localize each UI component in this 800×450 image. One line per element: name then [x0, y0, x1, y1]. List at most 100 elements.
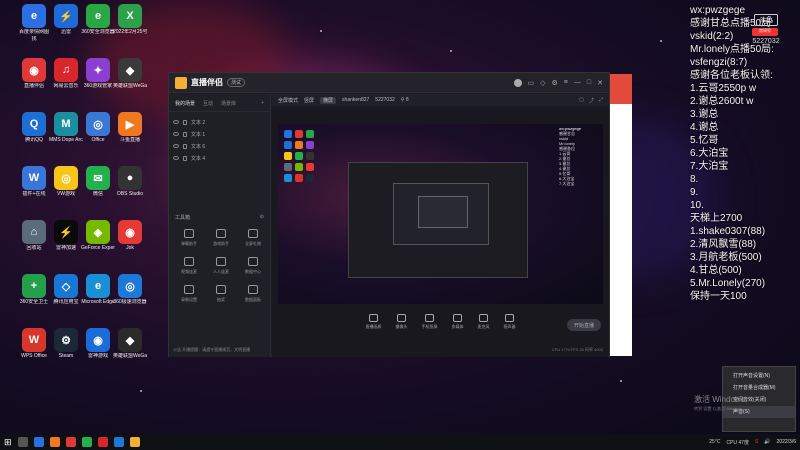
- desktop-icon[interactable]: ✉ 微信: [82, 166, 114, 197]
- tray-input-icon[interactable]: S: [755, 439, 758, 445]
- stream-preview[interactable]: wx:pwzgege 感谢甘总 vskid Mr.lonely 感谢各位 1.云哥 2.谢…: [278, 124, 603, 304]
- quality-button[interactable]: 直播画质: [366, 314, 382, 330]
- eye-icon[interactable]: [173, 120, 179, 124]
- list-item[interactable]: 文本 4: [173, 152, 266, 164]
- taskbar-app-icon[interactable]: [81, 437, 92, 447]
- desktop-icon[interactable]: e 360安全浏览器: [81, 4, 115, 35]
- fullscreen-icon[interactable]: ⤢: [599, 97, 603, 104]
- desktop-icon[interactable]: ◎ VW游戏: [50, 166, 82, 197]
- lock-icon[interactable]: [183, 143, 187, 149]
- desktop-icon[interactable]: ● OBS Studio: [114, 166, 146, 197]
- weather-temp: 25°C: [709, 439, 721, 445]
- star: [450, 50, 452, 52]
- speaker-button[interactable]: 扬声器: [504, 314, 516, 330]
- desktop-icon-label: 英雄联盟WeGame: [113, 353, 147, 359]
- lock-icon[interactable]: [183, 155, 187, 161]
- app-icon: ◇: [54, 274, 78, 298]
- volume-icon[interactable]: 🔊: [764, 439, 770, 445]
- desktop-icon[interactable]: ✦ 360游戏管家: [82, 58, 114, 89]
- taskbar-app-icon[interactable]: [17, 437, 28, 447]
- tool-item[interactable]: 录制设置: [173, 285, 205, 303]
- landscape-tag[interactable]: 横屏: [320, 96, 337, 104]
- desktop-icon[interactable]: ◎ 360极速浏览器: [113, 274, 147, 305]
- tool-item[interactable]: 视频连麦: [173, 257, 205, 275]
- desktop-icon[interactable]: W 插件+在线: [18, 166, 50, 197]
- tool-item[interactable]: 游戏助手: [205, 229, 237, 247]
- tool-item[interactable]: 数据中心: [237, 257, 269, 275]
- app-icon: +: [22, 274, 46, 298]
- menu-item-volume-mixer[interactable]: 打开音量合成器(M): [723, 382, 795, 394]
- tool-item[interactable]: 抽奖: [205, 285, 237, 303]
- desktop-icon[interactable]: ◆英雄联盟WeGame: [113, 328, 147, 359]
- side-strip-header: [610, 74, 632, 104]
- tool-item[interactable]: 弹幕助手: [173, 229, 205, 247]
- start-live-button[interactable]: 开始直播: [567, 319, 601, 331]
- desktop-icon[interactable]: ◉ 直播伴侣: [18, 58, 50, 89]
- subbar-actions: ▢ ⤴ ⤢: [579, 97, 603, 104]
- lock-icon[interactable]: [183, 131, 187, 137]
- tab-interact[interactable]: 互动: [203, 100, 213, 107]
- username: shanken827: [342, 97, 370, 103]
- desktop-icon[interactable]: ◎ Office: [82, 112, 114, 143]
- phone-cast-button[interactable]: 手机投屏: [422, 314, 438, 330]
- close-icon[interactable]: ✕: [597, 79, 603, 87]
- taskbar-app-icon[interactable]: [113, 437, 124, 447]
- desktop-icon[interactable]: ▶ 斗鱼直播: [114, 112, 146, 143]
- desktop-icon[interactable]: ⚡ 雷神加速: [50, 220, 82, 251]
- desktop-icon[interactable]: ◈GeForce Experience: [81, 220, 115, 251]
- taskbar-app-icon[interactable]: [129, 437, 140, 447]
- windows-start-icon[interactable]: ⊞: [4, 437, 12, 448]
- portrait-label[interactable]: 竖屏: [304, 97, 314, 104]
- camera-button[interactable]: 摄像头: [396, 314, 408, 330]
- toolbox-more-icon[interactable]: ⊙: [260, 214, 264, 221]
- desktop-icon[interactable]: W WPS Office: [18, 328, 50, 359]
- minimize-icon[interactable]: —: [574, 79, 581, 86]
- taskbar-app-icon[interactable]: [97, 437, 108, 447]
- desktop-icon[interactable]: ◉ 雷神游戏: [82, 328, 114, 359]
- desktop-icon[interactable]: ♫ 网易云音乐: [50, 58, 82, 89]
- desktop-icon[interactable]: X2022年2月25号表格: [113, 4, 147, 35]
- desktop-icon[interactable]: ◇ 腾讯应用宝: [50, 274, 82, 305]
- desktop-icon[interactable]: ◉ Jok: [114, 220, 146, 251]
- taskbar-app-icon[interactable]: [33, 437, 44, 447]
- taskbar-app-icon[interactable]: [65, 437, 76, 447]
- app-icon: ⚙: [54, 328, 78, 352]
- eye-icon[interactable]: [173, 132, 179, 136]
- desktop-icon[interactable]: e 百度亲情网图找: [18, 4, 50, 42]
- tab-my-scenes[interactable]: 我的场景: [175, 100, 195, 107]
- list-item[interactable]: 文本 1: [173, 128, 266, 140]
- share-icon[interactable]: ⤴: [589, 97, 594, 104]
- maximize-icon[interactable]: □: [587, 79, 591, 86]
- skin-icon[interactable]: ◇: [540, 79, 545, 87]
- desktop-icon[interactable]: ◆英雄联盟WeGame: [113, 58, 147, 89]
- desktop-icon[interactable]: ⚡ 迅雷: [50, 4, 82, 35]
- settings-icon[interactable]: ⚙: [552, 79, 558, 87]
- eye-icon[interactable]: [173, 144, 179, 148]
- add-scene-icon[interactable]: +: [261, 100, 264, 107]
- tool-item[interactable]: 全屏礼物: [237, 229, 269, 247]
- media-button[interactable]: 多媒体: [452, 314, 464, 330]
- mode-label[interactable]: 全屏模式: [278, 97, 298, 104]
- mic-button[interactable]: 麦克风: [478, 314, 490, 330]
- layout-icon[interactable]: ▢: [579, 97, 584, 104]
- desktop-icon[interactable]: ⌂ 回收站: [18, 220, 50, 251]
- tool-item[interactable]: 人人连麦: [205, 257, 237, 275]
- avatar[interactable]: [513, 78, 522, 87]
- desktop-icon[interactable]: e Microsoft Edge: [81, 274, 115, 305]
- desktop-icon[interactable]: ⚙ Steam: [50, 328, 82, 359]
- desktop-icon[interactable]: Q 腾讯QQ: [18, 112, 50, 143]
- lock-icon[interactable]: [183, 119, 187, 125]
- tab-scene-library[interactable]: 场景库: [221, 100, 236, 107]
- desktop-icon-label: 雷神加速: [55, 245, 76, 251]
- menu-icon[interactable]: ≡: [564, 79, 568, 86]
- list-item[interactable]: 文本 6: [173, 140, 266, 152]
- clock[interactable]: 2022/3/6: [777, 439, 796, 445]
- message-icon[interactable]: ▭: [528, 79, 535, 87]
- desktop-icon[interactable]: MMMS Dope Arca...: [49, 112, 83, 143]
- taskbar-app-icon[interactable]: [49, 437, 60, 447]
- tool-item[interactable]: 数据面板: [237, 285, 269, 303]
- desktop-icon[interactable]: +360安全卫士: [18, 274, 50, 305]
- eye-icon[interactable]: [173, 156, 179, 160]
- list-item[interactable]: 文本 2: [173, 116, 266, 128]
- menu-item-sound-settings[interactable]: 打开声音设置(N): [723, 370, 795, 382]
